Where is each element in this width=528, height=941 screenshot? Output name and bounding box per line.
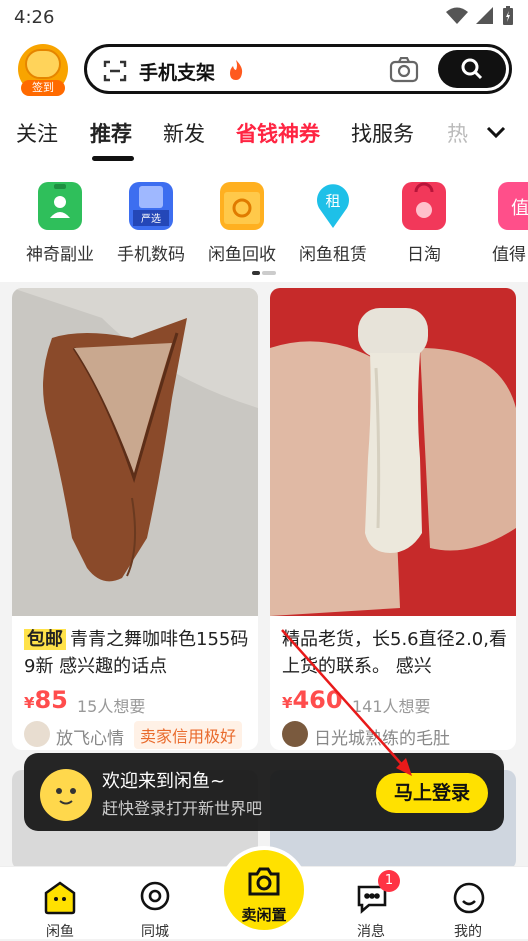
search-query[interactable]: 手机支架 <box>139 58 215 85</box>
search-button[interactable] <box>438 50 506 88</box>
want-count: 141人想要 <box>352 697 431 716</box>
tabbar-label: 同城 <box>141 924 169 940</box>
product-photo <box>270 288 516 616</box>
product-title: 精品老货，长5.6直径2.0,看上货的联系。 感兴 <box>282 629 507 677</box>
status-bar: 4:26 <box>0 0 528 36</box>
svg-text:严选: 严选 <box>141 212 161 225</box>
tab-hot[interactable]: 热 <box>447 118 468 148</box>
tabbar-label: 我的 <box>454 924 482 940</box>
search-bar[interactable]: 手机支架 <box>84 44 512 94</box>
tab-follow[interactable]: 关注 <box>16 118 58 148</box>
tab-new[interactable]: 新发 <box>163 118 205 148</box>
rent-pin-icon: 租 <box>311 182 355 230</box>
product-price: ¥85 <box>24 686 68 714</box>
product-card[interactable]: 包邮 青青之舞咖啡色155码 9新 感兴趣的话点 ¥85 15人想要 放飞心情 卖… <box>12 288 258 750</box>
mascot-icon <box>25 49 61 79</box>
login-button[interactable]: 马上登录 <box>376 773 488 813</box>
recycle-box-icon <box>220 182 264 230</box>
tab-services[interactable]: 找服务 <box>351 118 414 148</box>
login-title: 欢迎来到闲鱼~ <box>102 771 226 792</box>
fish-mascot-icon <box>40 769 92 821</box>
tab-coupons[interactable]: 省钱神券 <box>236 118 320 148</box>
category-worth[interactable]: 值 值得 <box>470 178 528 265</box>
want-count: 15人想要 <box>77 697 146 716</box>
product-photo <box>12 288 258 616</box>
svg-text:租: 租 <box>325 192 340 210</box>
product-card[interactable]: 精品老货，长5.6直径2.0,看上货的联系。 感兴 ¥460 141人想要 日光… <box>270 288 516 750</box>
free-shipping-tag: 包邮 <box>24 629 66 650</box>
category-phones[interactable]: 严选 手机数码 <box>106 178 196 265</box>
category-row: 神奇副业 严选 手机数码 闲鱼回收 租 闲鱼租赁 日淘 值 值得 <box>0 164 528 282</box>
seller-credit-badge: 卖家信用极好 <box>134 721 243 749</box>
header: 签到 手机支架 <box>0 36 528 98</box>
category-label: 闲鱼租赁 <box>299 245 367 265</box>
seller-name[interactable]: 放飞心情 <box>56 724 124 749</box>
phone-icon: 严选 <box>129 182 173 230</box>
camera-add-icon <box>248 867 280 896</box>
message-count-badge: 1 <box>378 870 400 892</box>
sell-item-button[interactable]: 卖闲置 <box>220 846 308 934</box>
search-icon <box>461 58 483 80</box>
tabbar-label: 闲鱼 <box>46 924 74 940</box>
category-page-indicator <box>252 271 276 275</box>
feed-tabs: 关注 推荐 新发 省钱神券 找服务 热 <box>0 98 528 164</box>
location-icon <box>140 881 170 911</box>
briefcase-person-icon <box>38 182 82 230</box>
seller-avatar[interactable] <box>24 721 50 747</box>
smiley-profile-icon <box>453 882 485 914</box>
category-label: 手机数码 <box>117 245 185 265</box>
category-recycle[interactable]: 闲鱼回收 <box>197 178 287 265</box>
login-subtitle: 赶快登录打开新世界吧 <box>102 799 263 818</box>
product-title: 包邮 青青之舞咖啡色155码 9新 感兴趣的话点 <box>24 629 249 677</box>
signal-icon <box>476 7 493 24</box>
home-fish-icon <box>44 881 76 915</box>
tabbar-label: 消息 <box>357 924 385 940</box>
tab-recommend[interactable]: 推荐 <box>90 118 132 148</box>
active-tab-indicator <box>92 156 134 161</box>
tabs-expand-button[interactable] <box>482 118 512 148</box>
category-japan[interactable]: 日淘 <box>379 178 469 265</box>
status-time: 4:26 <box>14 7 55 28</box>
category-label: 闲鱼回收 <box>208 245 276 265</box>
category-side-hustle[interactable]: 神奇副业 <box>15 178 105 265</box>
status-icons <box>446 6 514 26</box>
sign-in-badge[interactable]: 签到 <box>18 44 68 96</box>
category-label: 神奇副业 <box>26 245 94 265</box>
category-rental[interactable]: 租 闲鱼租赁 <box>288 178 378 265</box>
worth-tag-icon: 值 <box>498 182 528 230</box>
product-price: ¥460 <box>282 686 343 714</box>
scan-icon[interactable] <box>103 59 127 83</box>
svg-text:值: 值 <box>511 198 528 219</box>
category-label: 值得 <box>492 245 526 265</box>
seller-avatar[interactable] <box>282 721 308 747</box>
battery-icon <box>503 6 513 25</box>
camera-icon[interactable] <box>389 57 419 83</box>
shopping-bag-icon <box>402 182 446 230</box>
chevron-down-icon <box>486 126 506 139</box>
sign-in-label: 签到 <box>21 80 65 96</box>
seller-name[interactable]: 日光城熟练的毛肚 <box>314 724 450 749</box>
hot-fire-icon <box>230 60 243 80</box>
category-label: 日淘 <box>407 245 441 265</box>
login-prompt-banner: 欢迎来到闲鱼~ 赶快登录打开新世界吧 马上登录 <box>24 753 504 831</box>
wifi-icon <box>446 7 468 24</box>
sell-label: 卖闲置 <box>241 906 287 924</box>
